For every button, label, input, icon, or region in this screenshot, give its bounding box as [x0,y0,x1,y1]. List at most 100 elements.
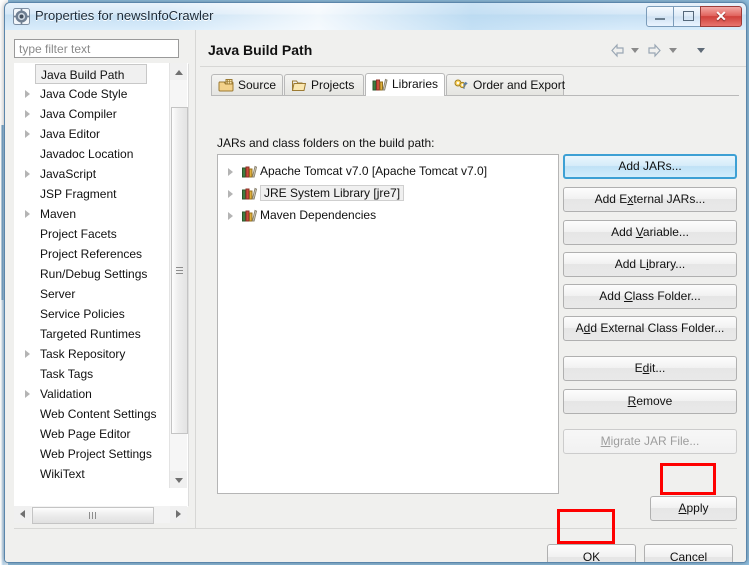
expand-arrow-icon[interactable] [25,110,30,118]
sidebar-item-javascript[interactable]: JavaScript [15,164,170,184]
add-class-folder-button[interactable]: Add Class Folder... [563,284,737,309]
sidebar-item-javadoc-location[interactable]: Javadoc Location [15,144,170,164]
expand-arrow-icon[interactable] [25,130,30,138]
expand-arrow-icon[interactable] [228,168,233,176]
button-label: Add Variable... [611,225,689,239]
sidebar-item-targeted-runtimes[interactable]: Targeted Runtimes [15,324,170,344]
sidebar-item-java-compiler[interactable]: Java Compiler [15,104,170,124]
vertical-scrollbar-thumb[interactable] [171,107,188,434]
scroll-down-icon[interactable] [170,471,187,488]
scroll-right-icon[interactable] [170,506,187,523]
sidebar-item-run-debug-settings[interactable]: Run/Debug Settings [15,264,170,284]
tab-projects[interactable]: Projects [284,74,364,96]
navigation-toolbar [609,42,739,60]
annotation-box-apply [660,463,716,495]
add-variable-button[interactable]: Add Variable... [563,220,737,245]
settings-tree[interactable]: Java Build Path Java Code Style Java Compi… [15,64,170,506]
button-label: Add JARs... [618,159,682,173]
cancel-button[interactable]: Cancel [644,544,733,562]
add-external-class-folder-button[interactable]: Add External Class Folder... [563,316,737,341]
maximize-button[interactable] [673,6,703,27]
library-label: Maven Dependencies [260,208,377,222]
panel-divider [195,30,196,530]
expand-arrow-icon[interactable] [25,390,30,398]
sidebar-item-web-page-editor[interactable]: Web Page Editor [15,424,170,444]
library-item[interactable]: Maven Dependencies [218,205,558,226]
ok-label: OK [582,550,601,563]
add-external-jars-button[interactable]: Add External JARs... [563,187,737,212]
expand-arrow-icon[interactable] [25,350,30,358]
annotation-box-ok [557,509,615,544]
forward-dropdown-icon[interactable] [669,48,677,53]
sidebar-item-label: Javadoc Location [40,147,134,161]
tab-label: Source [238,78,277,92]
sidebar-item-java-build-path[interactable]: Java Build Path [35,64,147,84]
sidebar-item-java-code-style[interactable]: Java Code Style [15,84,170,104]
sidebar-item-java-editor[interactable]: Java Editor [15,124,170,144]
sidebar-item-validation[interactable]: Validation [15,384,170,404]
sidebar-item-wikitext[interactable]: WikiText [15,464,170,484]
view-menu-icon[interactable] [697,48,705,53]
tab-libraries[interactable]: Libraries [365,73,445,96]
sidebar-item-label: Java Editor [40,127,101,141]
tab-bottom-line [211,95,739,96]
sidebar-item-label: Web Project Settings [40,447,152,461]
expand-arrow-icon[interactable] [25,170,30,178]
sidebar-item-web-content-settings[interactable]: Web Content Settings [15,404,170,424]
sidebar-item-project-references[interactable]: Project References [15,244,170,264]
horizontal-scrollbar-thumb[interactable] [32,507,154,524]
forward-arrow-icon[interactable] [645,42,663,60]
expand-arrow-icon[interactable] [228,212,233,220]
settings-tree-horizontal-scrollbar[interactable] [14,506,187,524]
sidebar-item-server[interactable]: Server [15,284,170,304]
sidebar-item-label: JavaScript [40,167,97,181]
scrollbar-grip-icon [89,512,97,519]
library-item[interactable]: Apache Tomcat v7.0 [Apache Tomcat v7.0] [218,161,558,182]
apply-button[interactable]: Apply [650,496,737,521]
tab-source[interactable]: Source [211,74,283,96]
button-label: Add Library... [614,257,686,271]
back-dropdown-icon[interactable] [631,48,639,53]
sidebar-item-jsp-fragment[interactable]: JSP Fragment [15,184,170,204]
sidebar-item-task-tags[interactable]: Task Tags [15,364,170,384]
bottom-bar: ? OK Cancel [5,529,746,563]
sidebar-item-web-project-settings[interactable]: Web Project Settings [15,444,170,464]
scroll-left-icon[interactable] [14,506,31,523]
sidebar-item-label: Java Compiler [40,107,117,121]
sidebar-item-label: WikiText [40,467,85,481]
scroll-up-icon[interactable] [170,63,187,80]
tab-order-and-export[interactable]: Order and Export [446,74,565,96]
button-label: Add External Class Folder... [575,321,725,335]
close-button[interactable]: ✕ [700,6,742,27]
sidebar-item-service-policies[interactable]: Service Policies [15,304,170,324]
sidebar-item-label: Task Tags [40,367,94,381]
filter-input[interactable]: type filter text [14,39,179,58]
dialog-body: type filter text Java Build Path Java Cod… [5,30,746,562]
settings-tree-vertical-scrollbar[interactable] [169,63,188,488]
window-title: Properties for newsInfoCrawler [35,8,214,23]
ok-button[interactable]: OK [547,544,636,563]
library-item[interactable]: JRE System Library [jre7] [218,183,558,204]
order-export-icon [454,79,468,89]
title-bar-glow [165,3,625,30]
sidebar-item-label: Maven [40,207,77,221]
library-icon [242,165,258,178]
remove-button[interactable]: Remove [563,389,737,414]
minimize-button[interactable] [646,6,676,27]
title-separator [200,66,746,67]
add-jars-button[interactable]: Add JARs... [563,154,737,179]
libraries-list[interactable]: Apache Tomcat v7.0 [Apache Tomcat v7.0] J… [217,154,559,494]
eclipse-properties-icon [13,8,30,25]
edit-button[interactable]: Edit... [563,356,737,381]
apply-label: Apply [678,501,709,515]
sidebar-item-project-facets[interactable]: Project Facets [15,224,170,244]
add-library-button[interactable]: Add Library... [563,252,737,277]
sidebar-item-label: Project References [40,247,143,261]
back-arrow-icon[interactable] [609,42,627,60]
page-title: Java Build Path [208,42,313,58]
expand-arrow-icon[interactable] [228,190,233,198]
expand-arrow-icon[interactable] [25,90,30,98]
expand-arrow-icon[interactable] [25,210,30,218]
sidebar-item-task-repository[interactable]: Task Repository [15,344,170,364]
sidebar-item-maven[interactable]: Maven [15,204,170,224]
